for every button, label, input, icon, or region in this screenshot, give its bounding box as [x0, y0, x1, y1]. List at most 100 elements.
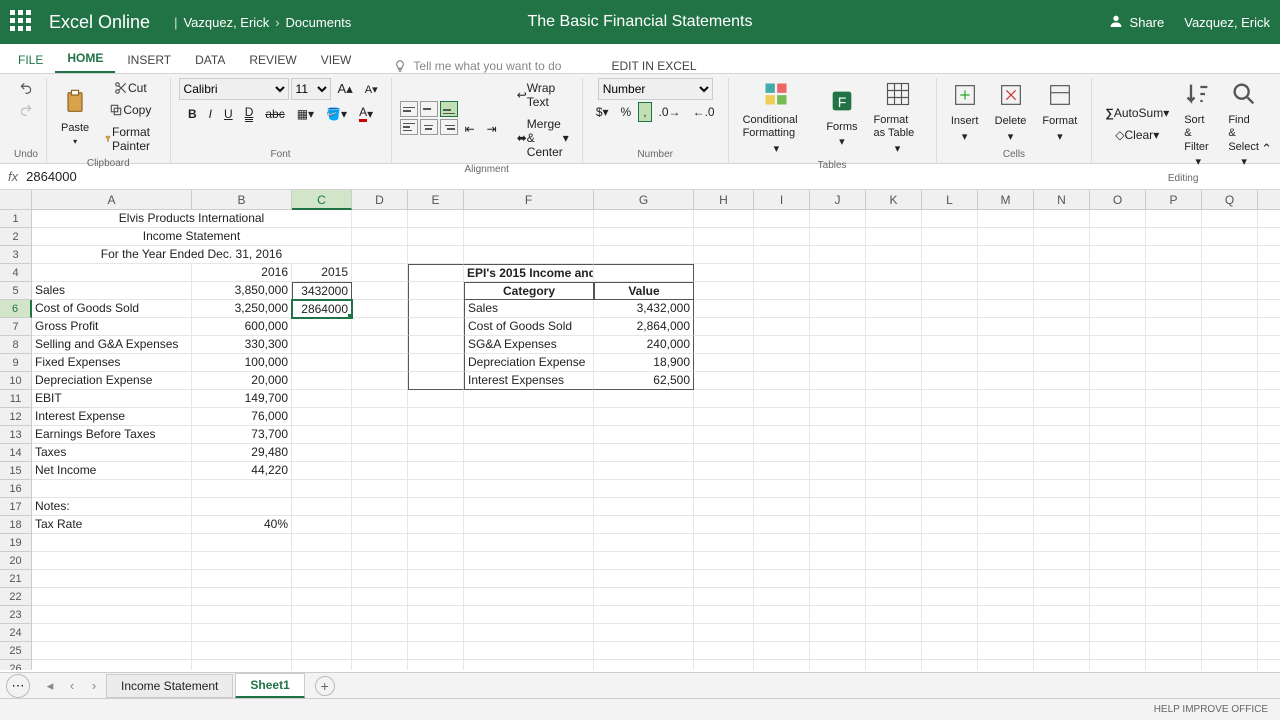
cell-A12[interactable]: Interest Expense [32, 408, 192, 426]
font-color-button[interactable]: A▾ [354, 102, 378, 125]
cell-G10[interactable]: 62,500 [594, 372, 694, 390]
cell-R18[interactable] [1258, 516, 1280, 534]
cell-G23[interactable] [594, 606, 694, 624]
select-all-button[interactable] [0, 190, 32, 210]
cell-A4[interactable] [32, 264, 192, 282]
cell-P18[interactable] [1146, 516, 1202, 534]
cell-H15[interactable] [694, 462, 754, 480]
cell-B20[interactable] [192, 552, 292, 570]
cell-O9[interactable] [1090, 354, 1146, 372]
col-header-C[interactable]: C [292, 190, 352, 210]
col-header-E[interactable]: E [408, 190, 464, 210]
cell-N2[interactable] [1034, 228, 1090, 246]
cell-D24[interactable] [352, 624, 408, 642]
col-header-M[interactable]: M [978, 190, 1034, 210]
row-header-9[interactable]: 9 [0, 354, 32, 372]
cell-D2[interactable] [352, 228, 408, 246]
font-name-select[interactable]: Calibri [179, 78, 289, 100]
tab-file[interactable]: FILE [6, 47, 55, 73]
cell-I23[interactable] [754, 606, 810, 624]
cell-K4[interactable] [866, 264, 922, 282]
cell-N15[interactable] [1034, 462, 1090, 480]
cell-O5[interactable] [1090, 282, 1146, 300]
cell-M4[interactable] [978, 264, 1034, 282]
cell-G15[interactable] [594, 462, 694, 480]
cell-I8[interactable] [754, 336, 810, 354]
cell-I13[interactable] [754, 426, 810, 444]
row-header-23[interactable]: 23 [0, 606, 32, 624]
cell-R20[interactable] [1258, 552, 1280, 570]
fill-color-button[interactable]: 🪣▾ [321, 102, 352, 125]
cell-G7[interactable]: 2,864,000 [594, 318, 694, 336]
cell-E2[interactable] [408, 228, 464, 246]
cell-M7[interactable] [978, 318, 1034, 336]
cell-A16[interactable] [32, 480, 192, 498]
cell-Q12[interactable] [1202, 408, 1258, 426]
col-header-G[interactable]: G [594, 190, 694, 210]
cell-D7[interactable] [352, 318, 408, 336]
cell-E12[interactable] [408, 408, 464, 426]
cell-B26[interactable] [192, 660, 292, 670]
column-headers[interactable]: ABCDEFGHIJKLMNOPQR [32, 190, 1280, 210]
cell-M24[interactable] [978, 624, 1034, 642]
cell-B4[interactable]: 2016 [192, 264, 292, 282]
cell-E6[interactable] [408, 300, 464, 318]
cell-O18[interactable] [1090, 516, 1146, 534]
app-launcher-icon[interactable] [10, 10, 34, 34]
cell-B10[interactable]: 20,000 [192, 372, 292, 390]
cell-P15[interactable] [1146, 462, 1202, 480]
cell-F18[interactable] [464, 516, 594, 534]
cell-R11[interactable] [1258, 390, 1280, 408]
cell-C15[interactable] [292, 462, 352, 480]
row-header-11[interactable]: 11 [0, 390, 32, 408]
cell-R21[interactable] [1258, 570, 1280, 588]
cell-J10[interactable] [810, 372, 866, 390]
cell-Q26[interactable] [1202, 660, 1258, 670]
cell-J23[interactable] [810, 606, 866, 624]
cell-J12[interactable] [810, 408, 866, 426]
find-select-button[interactable]: Find & Select▾ [1222, 78, 1266, 171]
cell-N19[interactable] [1034, 534, 1090, 552]
cell-C19[interactable] [292, 534, 352, 552]
redo-button[interactable] [14, 100, 38, 120]
cell-N16[interactable] [1034, 480, 1090, 498]
col-header-R[interactable]: R [1258, 190, 1280, 210]
cell-P11[interactable] [1146, 390, 1202, 408]
cell-F14[interactable] [464, 444, 594, 462]
cell-N12[interactable] [1034, 408, 1090, 426]
cell-L5[interactable] [922, 282, 978, 300]
clear-button[interactable]: ◇ Clear ▾ [1100, 125, 1174, 145]
cell-J17[interactable] [810, 498, 866, 516]
cell-P4[interactable] [1146, 264, 1202, 282]
cell-M11[interactable] [978, 390, 1034, 408]
cell-L16[interactable] [922, 480, 978, 498]
tab-insert[interactable]: INSERT [115, 47, 183, 73]
cell-I18[interactable] [754, 516, 810, 534]
cell-D26[interactable] [352, 660, 408, 670]
cell-J13[interactable] [810, 426, 866, 444]
row-header-3[interactable]: 3 [0, 246, 32, 264]
number-format-select[interactable]: Number [598, 78, 713, 100]
cell-M3[interactable] [978, 246, 1034, 264]
cell-E1[interactable] [408, 210, 464, 228]
cell-H7[interactable] [694, 318, 754, 336]
align-center-button[interactable] [420, 119, 438, 135]
cell-F2[interactable] [464, 228, 594, 246]
tab-data[interactable]: DATA [183, 47, 237, 73]
cell-H26[interactable] [694, 660, 754, 670]
cell-C7[interactable] [292, 318, 352, 336]
tab-view[interactable]: VIEW [309, 47, 364, 73]
cell-P9[interactable] [1146, 354, 1202, 372]
cell-J14[interactable] [810, 444, 866, 462]
cell-F4[interactable]: EPI's 2015 Income and Expenses [464, 264, 594, 282]
cell-M23[interactable] [978, 606, 1034, 624]
cell-J21[interactable] [810, 570, 866, 588]
cell-E13[interactable] [408, 426, 464, 444]
cell-Q16[interactable] [1202, 480, 1258, 498]
cell-H21[interactable] [694, 570, 754, 588]
cell-J19[interactable] [810, 534, 866, 552]
row-header-5[interactable]: 5 [0, 282, 32, 300]
cell-F10[interactable]: Interest Expenses [464, 372, 594, 390]
cell-G16[interactable] [594, 480, 694, 498]
col-header-Q[interactable]: Q [1202, 190, 1258, 210]
